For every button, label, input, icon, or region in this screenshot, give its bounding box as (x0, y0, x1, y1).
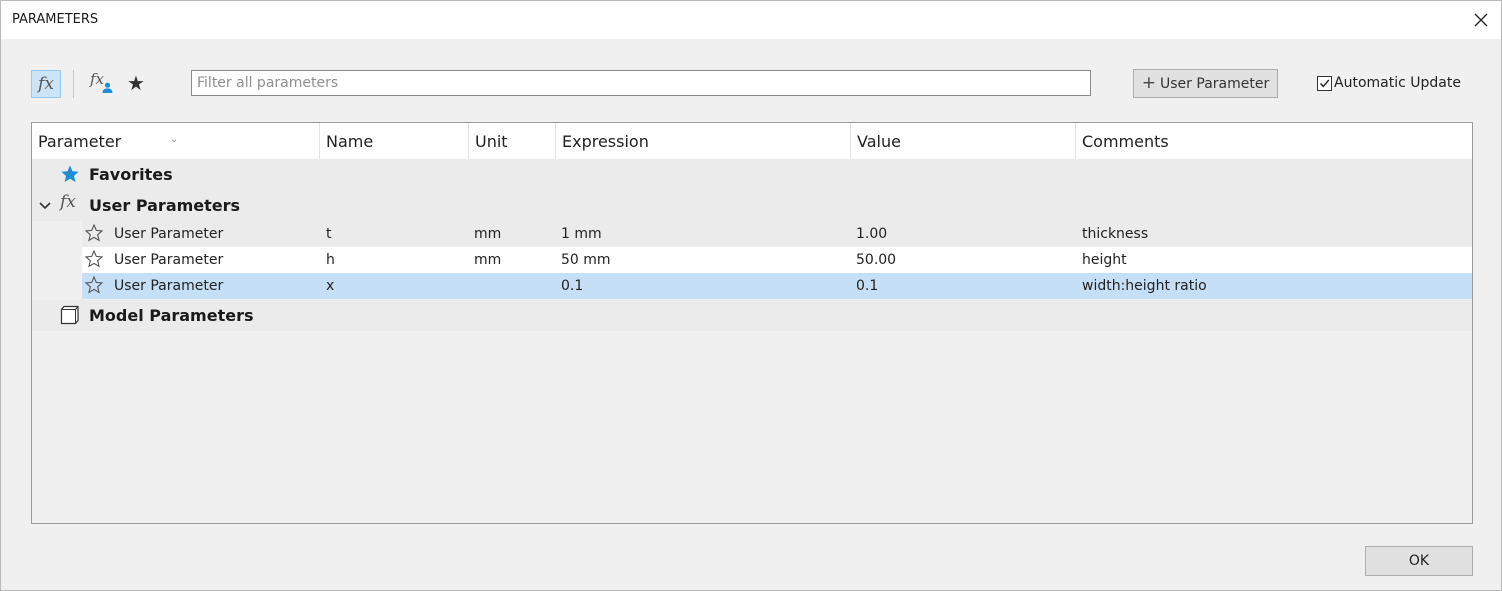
row-value: 0.1 (856, 278, 879, 294)
group-label-model-parameters: Model Parameters (89, 306, 254, 325)
row-unit: mm (474, 252, 502, 268)
group-label-favorites: Favorites (89, 165, 173, 184)
column-header-name[interactable]: Name (320, 123, 469, 159)
automatic-update-label: Automatic Update (1334, 75, 1461, 91)
table-header: Parameter ⌄ Name Unit Expression Value C… (32, 123, 1472, 159)
star-outline-icon[interactable] (84, 275, 104, 295)
table-row[interactable]: User Parameter t mm 1 mm 1.00 thickness (82, 221, 1472, 247)
group-label-user-parameters: User Parameters (89, 196, 241, 215)
row-comments[interactable]: thickness (1082, 226, 1148, 242)
column-header-parameter[interactable]: Parameter ⌄ (32, 123, 320, 159)
cube-icon (60, 305, 79, 325)
column-header-value[interactable]: Value (851, 123, 1076, 159)
sort-caret-icon: ⌄ (170, 134, 179, 145)
ok-button[interactable]: OK (1365, 546, 1473, 576)
table-row[interactable]: User Parameter h mm 50 mm 50.00 height (82, 247, 1472, 273)
close-icon (1474, 13, 1488, 27)
fx-user-icon: fx (90, 70, 114, 94)
column-header-unit[interactable]: Unit (469, 123, 556, 159)
fx-icon: fx (38, 74, 54, 94)
star-outline-icon[interactable] (84, 223, 104, 243)
row-parameter: User Parameter (114, 252, 224, 268)
row-parameter: User Parameter (114, 278, 224, 294)
dialog-title: PARAMETERS (12, 12, 99, 27)
row-comments[interactable]: width:height ratio (1082, 278, 1207, 294)
row-name: x (326, 278, 335, 294)
title-bar: PARAMETERS (1, 1, 1501, 39)
show-all-parameters-button[interactable]: fx (31, 70, 61, 98)
star-filled-icon (61, 165, 79, 182)
row-parameter: User Parameter (114, 226, 224, 242)
row-expression[interactable]: 50 mm (561, 252, 611, 268)
favorites-filter-button[interactable]: ★ (122, 70, 150, 96)
close-button[interactable] (1467, 7, 1495, 33)
row-name: h (326, 252, 335, 268)
chevron-down-icon[interactable] (38, 196, 52, 214)
toolbar: fx fx ★ + User Parameter Automatic Updat… (1, 65, 1501, 105)
fx-icon: fx (60, 192, 76, 212)
star-icon: ★ (127, 71, 145, 95)
checkbox-checked-icon (1317, 75, 1332, 91)
automatic-update-checkbox[interactable]: Automatic Update (1317, 75, 1461, 91)
group-user-parameters[interactable]: fx User Parameters (32, 190, 1472, 221)
ok-label: OK (1408, 553, 1430, 569)
row-expression[interactable]: 1 mm (561, 226, 602, 242)
parameters-dialog: PARAMETERS fx fx ★ + User Par (0, 0, 1502, 591)
table-row-selected[interactable]: User Parameter x 0.1 0.1 width:height ra… (82, 273, 1472, 299)
row-value: 1.00 (856, 226, 888, 242)
row-value: 50.00 (856, 252, 897, 268)
group-model-parameters[interactable]: Model Parameters (32, 300, 1472, 331)
plus-icon: + (1141, 73, 1157, 93)
column-header-comments[interactable]: Comments (1076, 123, 1472, 159)
user-parameters-filter-button[interactable]: fx (88, 70, 116, 96)
filter-input[interactable] (191, 70, 1091, 96)
row-unit: mm (474, 226, 502, 242)
add-user-parameter-label: User Parameter (1160, 75, 1270, 92)
row-name: t (326, 226, 332, 242)
group-favorites[interactable]: Favorites (32, 159, 1472, 190)
parameters-table: Parameter ⌄ Name Unit Expression Value C… (31, 122, 1473, 524)
row-comments[interactable]: height (1082, 252, 1127, 268)
star-outline-icon[interactable] (84, 249, 104, 269)
row-expression[interactable]: 0.1 (561, 278, 583, 294)
column-header-expression[interactable]: Expression (556, 123, 851, 159)
toolbar-divider (73, 70, 74, 98)
add-user-parameter-button[interactable]: + User Parameter (1133, 69, 1278, 98)
